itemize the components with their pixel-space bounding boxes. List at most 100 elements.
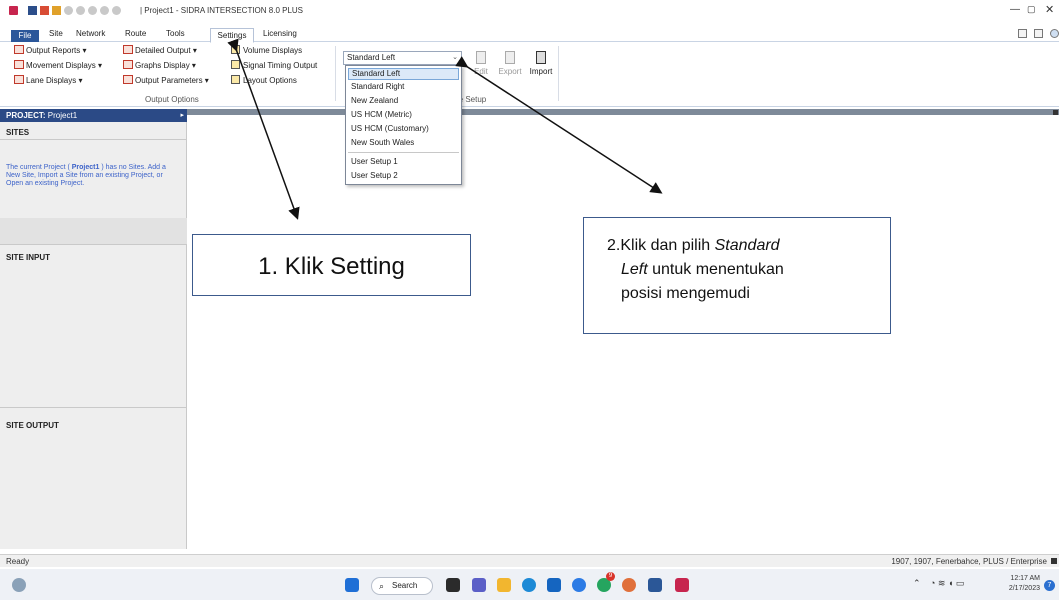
process-network-icon[interactable] (76, 6, 85, 15)
export-setup-button[interactable]: Export (497, 48, 523, 76)
output-reports-button[interactable]: Output Reports ▾ (14, 45, 87, 57)
new-project-icon[interactable] (28, 6, 37, 15)
standard-setup-dropdown: Standard Left Standard Right New Zealand… (345, 65, 462, 185)
edge-icon[interactable] (522, 578, 536, 592)
layout-options-button[interactable]: Layout Options (231, 75, 297, 87)
signal-timing-icon (231, 60, 240, 69)
process-all-icon[interactable] (88, 6, 97, 15)
import-setup-icon (536, 51, 546, 64)
menu-tabs: File Site Network Route Tools Settings L… (0, 26, 1059, 43)
dropdown-item-standard-left[interactable]: Standard Left (348, 68, 459, 80)
tab-tools[interactable]: Tools (166, 29, 185, 38)
dropdown-item-us-hcm-customary[interactable]: US HCM (Customary) (348, 123, 459, 135)
chat-icon[interactable] (472, 578, 486, 592)
tray-chevron-icon[interactable]: ⌃ (913, 578, 921, 589)
site-output-heading: SITE OUTPUT (6, 421, 59, 430)
movement-displays-icon (14, 60, 24, 69)
no-sites-message: The current Project ( Project1 ) has no … (6, 164, 166, 187)
volume-displays-icon (231, 45, 240, 54)
callout-step-1: 1. Klik Setting (192, 234, 471, 296)
output-parameters-icon (123, 75, 133, 84)
standard-setup-combo[interactable]: Standard Left ⌄ (343, 51, 462, 65)
dropdown-item-user-setup-1[interactable]: User Setup 1 (348, 156, 459, 168)
search-icon: ⌕ (379, 581, 385, 591)
detailed-output-icon (123, 45, 133, 54)
ribbon-divider (335, 46, 336, 101)
process-site-icon[interactable] (64, 6, 73, 15)
import-setup-button[interactable]: Import (528, 48, 554, 76)
file-explorer-icon[interactable] (497, 578, 511, 592)
callout-step-2: 2.Klik dan pilih Standard Left untuk men… (583, 217, 891, 334)
panel-divider (0, 407, 187, 408)
chevron-down-icon: ⌄ (452, 54, 458, 61)
tab-site[interactable]: Site (49, 29, 63, 38)
weather-icon[interactable] (12, 578, 26, 592)
standard-setup-value: Standard Left (347, 53, 396, 62)
tab-route[interactable]: Route (125, 29, 146, 38)
task-view-icon[interactable] (446, 578, 460, 592)
chrome-icon[interactable] (622, 578, 636, 592)
lane-displays-button[interactable]: Lane Displays ▾ (14, 75, 83, 87)
start-icon[interactable] (345, 578, 359, 592)
site-input-heading: SITE INPUT (6, 253, 51, 262)
sidra-taskbar-icon[interactable] (675, 578, 689, 592)
mail-icon[interactable] (547, 578, 561, 592)
close-button[interactable]: ✕ (1045, 3, 1054, 16)
window-title: | Project1 - SIDRA INTERSECTION 8.0 PLUS (140, 6, 304, 15)
edit-setup-button[interactable]: Edit (468, 48, 494, 76)
output-options-group-label: Output Options (145, 95, 199, 104)
dropdown-item-new-zealand[interactable]: New Zealand (348, 95, 459, 107)
movement-displays-button[interactable]: Movement Displays ▾ (14, 60, 102, 72)
dropdown-item-standard-right[interactable]: Standard Right (348, 81, 459, 93)
dropdown-item-new-south-wales[interactable]: New South Wales (348, 137, 459, 149)
clock-date[interactable]: 2/17/2023 (1003, 585, 1040, 592)
output-reports-icon (14, 45, 24, 54)
clock-time[interactable]: 12:17 AM (1003, 575, 1040, 582)
status-ready-text: Ready (6, 557, 30, 566)
tray-icons[interactable]: ◔ ≋ ◖ ▭ (930, 578, 964, 589)
minimize-button[interactable]: — (1010, 4, 1020, 15)
license-info: 1907, 1907, Fenerbahce, PLUS / Enterpris… (891, 557, 1047, 566)
layout-icon[interactable] (1034, 29, 1043, 38)
quick-access-more-icon[interactable] (112, 6, 121, 15)
dropdown-item-user-setup-2[interactable]: User Setup 2 (348, 170, 459, 182)
sites-heading: SITES (6, 128, 30, 137)
help-icon[interactable] (1050, 29, 1059, 38)
panel-splitter[interactable] (0, 218, 187, 244)
maximize-button[interactable]: ▢ (1027, 4, 1036, 15)
signal-timing-output-button[interactable]: Signal Timing Output (231, 60, 317, 72)
chat-badge: 9 (606, 572, 615, 581)
tab-licensing[interactable]: Licensing (263, 29, 297, 38)
tab-network[interactable]: Network (76, 29, 105, 38)
edit-setup-icon (476, 51, 486, 64)
dropdown-separator (348, 152, 459, 153)
project-header[interactable]: PROJECT: Project1 ▸ (0, 109, 187, 122)
title-bar: | Project1 - SIDRA INTERSECTION 8.0 PLUS… (0, 0, 1059, 20)
panel-divider (0, 139, 187, 140)
ribbon-divider (558, 46, 559, 101)
tab-file[interactable]: File (11, 30, 39, 42)
lane-displays-icon (14, 75, 24, 84)
export-setup-icon (505, 51, 515, 64)
graphs-display-button[interactable]: Graphs Display ▾ (123, 60, 196, 72)
quick-access-icon[interactable] (100, 6, 109, 15)
view-icon[interactable] (1018, 29, 1027, 38)
status-icon (1051, 558, 1057, 564)
detailed-output-button[interactable]: Detailed Output ▾ (123, 45, 197, 57)
volume-displays-button[interactable]: Volume Displays (231, 45, 302, 57)
chevron-right-icon: ▸ (180, 112, 184, 119)
graphs-display-icon (123, 60, 133, 69)
sidra-app-icon[interactable] (9, 6, 18, 15)
save-icon[interactable] (40, 6, 49, 15)
pin-icon[interactable] (1053, 110, 1058, 115)
taskbar-search[interactable]: ⌕ Search (371, 577, 433, 595)
word-icon[interactable] (648, 578, 662, 592)
dropdown-item-us-hcm-metric[interactable]: US HCM (Metric) (348, 109, 459, 121)
open-folder-icon[interactable] (52, 6, 61, 15)
notification-badge[interactable]: 7 (1044, 580, 1055, 591)
tab-settings[interactable]: Settings (210, 28, 254, 43)
search-app-icon[interactable] (572, 578, 586, 592)
panel-divider (0, 244, 187, 245)
callout-step-2-text: 2.Klik dan pilih Standard Left untuk men… (607, 237, 784, 302)
output-parameters-button[interactable]: Output Parameters ▾ (123, 75, 209, 87)
